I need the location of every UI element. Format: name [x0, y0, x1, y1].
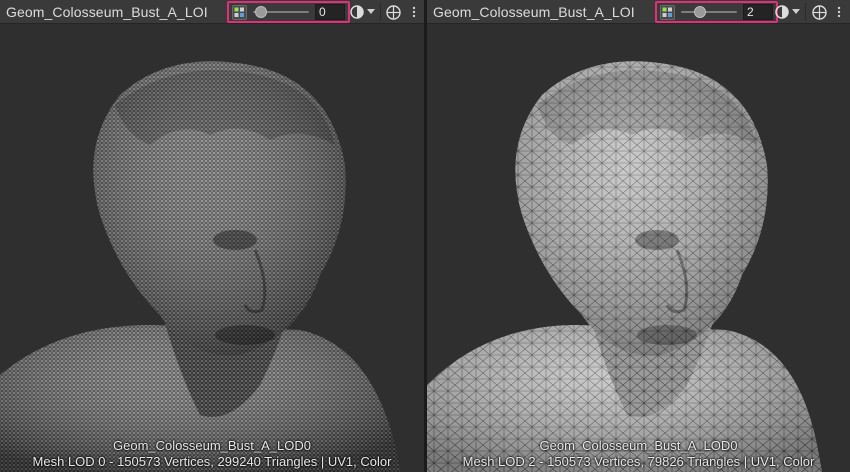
- caption-mesh-stats: Mesh LOD 0 - 150573 Vertices, 299240 Tri…: [32, 454, 392, 469]
- shading-mode-button[interactable]: [773, 3, 801, 21]
- more-options-button[interactable]: [408, 3, 420, 21]
- shading-mode-button[interactable]: [348, 3, 376, 21]
- lod-slider-thumb[interactable]: [255, 6, 267, 18]
- lod-value-field[interactable]: 2: [743, 4, 773, 20]
- lod-icon[interactable]: [660, 4, 675, 20]
- mesh-info-caption: Geom_Colosseum_Bust_A_LOD0 Mesh LOD 2 - …: [427, 438, 850, 470]
- chevron-down-icon: [791, 9, 800, 14]
- chevron-down-icon: [366, 9, 375, 14]
- lod-slider-track: [681, 11, 737, 13]
- more-options-button[interactable]: [833, 3, 845, 21]
- preview-toolbar: Geom_Colosseum_Bust_A_LOI 2: [427, 0, 850, 24]
- gizmo-button[interactable]: [809, 3, 829, 21]
- lod-slider-thumb[interactable]: [694, 6, 706, 18]
- caption-asset-name: Geom_Colosseum_Bust_A_LOD0: [113, 438, 311, 453]
- bust-render-lod0: [0, 61, 400, 472]
- mesh-viewport[interactable]: Geom_Colosseum_Bust_A_LOD0 Mesh LOD 0 - …: [0, 25, 424, 472]
- shading-mode-icon: [349, 5, 364, 19]
- asset-title: Geom_Colosseum_Bust_A_LOI: [433, 3, 635, 20]
- lod-slider[interactable]: [681, 4, 737, 20]
- gizmo-icon: [385, 4, 401, 20]
- lod-control-group: 2: [655, 1, 778, 23]
- mesh-preview-app: Geom_Colosseum_Bust_A_LOI 0 Geom_Colosse…: [0, 0, 850, 472]
- preview-toolbar: Geom_Colosseum_Bust_A_LOI 0: [0, 0, 424, 24]
- asset-title: Geom_Colosseum_Bust_A_LOI: [6, 3, 208, 20]
- bust-render-lod2: [427, 61, 822, 472]
- kebab-menu-icon: [412, 6, 416, 18]
- gizmo-icon: [811, 4, 827, 20]
- lod-icon[interactable]: [232, 4, 247, 20]
- kebab-menu-icon: [837, 6, 841, 18]
- toolbar-separator: [805, 3, 806, 21]
- shading-mode-icon: [774, 5, 789, 19]
- lod-control-group: 0: [227, 1, 350, 23]
- toolbar-separator: [380, 3, 381, 21]
- caption-mesh-stats: Mesh LOD 2 - 150573 Vertices, 79826 Tria…: [462, 454, 815, 469]
- caption-asset-name: Geom_Colosseum_Bust_A_LOD0: [539, 438, 738, 453]
- preview-panel-lod0: Geom_Colosseum_Bust_A_LOI 0 Geom_Colosse…: [0, 0, 424, 472]
- preview-panel-lod2: Geom_Colosseum_Bust_A_LOI 2 Geom_Colosse…: [427, 0, 850, 472]
- mesh-viewport[interactable]: Geom_Colosseum_Bust_A_LOD0 Mesh LOD 2 - …: [427, 25, 850, 472]
- mesh-info-caption: Geom_Colosseum_Bust_A_LOD0 Mesh LOD 0 - …: [0, 438, 424, 470]
- gizmo-button[interactable]: [383, 3, 403, 21]
- lod-value-field[interactable]: 0: [315, 4, 345, 20]
- lod-slider[interactable]: [253, 4, 309, 20]
